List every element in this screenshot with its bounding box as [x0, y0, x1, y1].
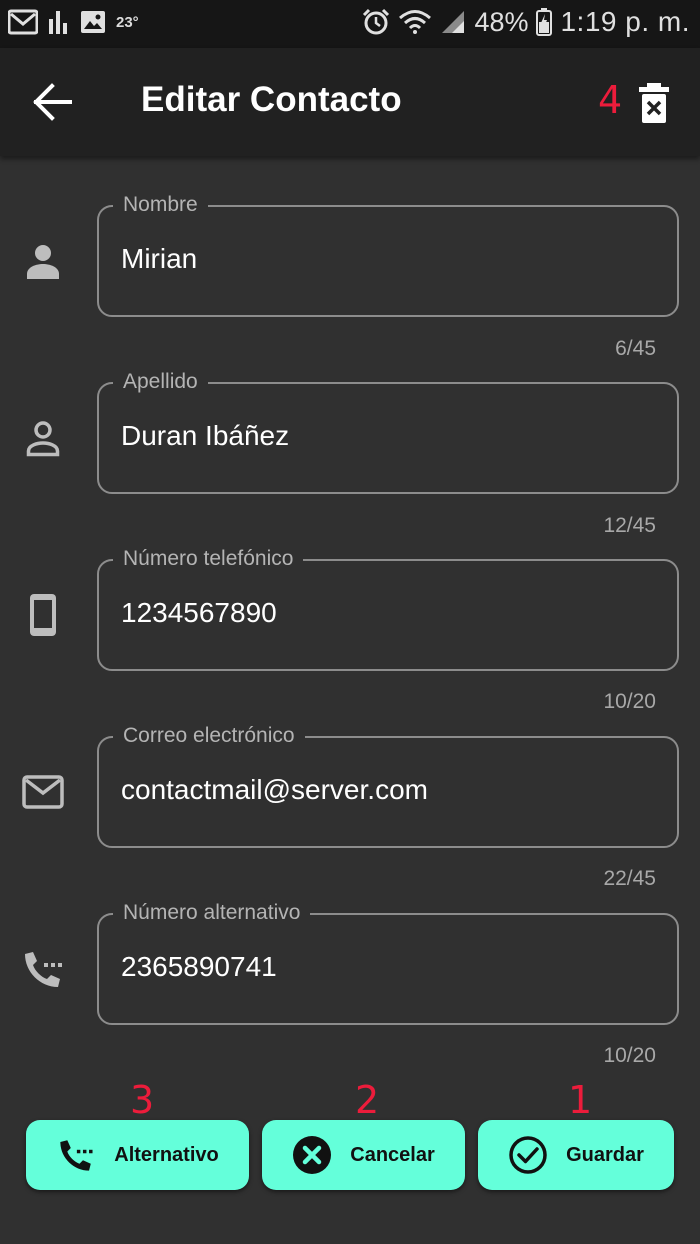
delete-icon	[639, 83, 669, 123]
check-circle-icon	[509, 1136, 547, 1174]
phone-field-label: Número telefónico	[113, 546, 304, 572]
alternative-button-label: Alternativo	[114, 1143, 219, 1166]
name-field[interactable]: Nombre Mirian	[97, 192, 679, 317]
mail-icon	[22, 775, 64, 809]
status-bar: 23° 48% 1:19 p. m.	[0, 0, 700, 48]
phone-field[interactable]: Número telefónico 1234567890	[97, 546, 679, 671]
person-icon	[27, 245, 59, 279]
alt-phone-field-value[interactable]: 2365890741	[121, 951, 277, 983]
alternative-button[interactable]: Alternativo	[26, 1120, 249, 1190]
cancel-circle-icon	[293, 1136, 332, 1174]
email-field-label: Correo electrónico	[113, 723, 305, 749]
email-field-value[interactable]: contactmail@server.com	[121, 774, 428, 806]
alarm-icon	[363, 8, 390, 35]
alt-phone-char-counter: 10/20	[603, 1044, 656, 1067]
smartphone-icon	[30, 594, 56, 636]
signal-icon	[442, 11, 465, 33]
cancel-button-label: Cancelar	[350, 1143, 435, 1166]
phone-char-counter: 10/20	[603, 690, 656, 713]
surname-char-counter: 12/45	[603, 514, 656, 537]
surname-field-label: Apellido	[113, 369, 208, 395]
stats-icon	[49, 11, 67, 34]
surname-field-value[interactable]: Duran Ibáñez	[121, 420, 289, 452]
battery-percent: 48%	[474, 6, 529, 37]
dialpad-phone-icon	[60, 1140, 93, 1171]
dialpad-phone-icon	[25, 952, 62, 987]
app-bar: Editar Contacto 4	[0, 48, 700, 156]
save-button-label: Guardar	[566, 1143, 644, 1166]
email-field[interactable]: Correo electrónico contactmail@server.co…	[97, 723, 679, 848]
status-left: 23°	[8, 9, 139, 35]
annotation-number-3: 3	[130, 1078, 155, 1122]
cancel-button[interactable]: Cancelar	[262, 1120, 465, 1190]
gmail-icon	[8, 9, 38, 35]
name-field-value[interactable]: Mirian	[121, 243, 197, 275]
save-button[interactable]: Guardar	[478, 1120, 674, 1190]
arrow-back-icon	[33, 83, 72, 121]
status-right: 48% 1:19 p. m.	[362, 6, 690, 38]
person-outline-icon	[26, 421, 60, 457]
gallery-icon	[81, 11, 105, 33]
alt-phone-field-label: Número alternativo	[113, 900, 311, 926]
page-title: Editar Contacto	[141, 80, 402, 119]
surname-field[interactable]: Apellido Duran Ibáñez	[97, 369, 679, 494]
annotation-number-4: 4	[598, 78, 623, 122]
annotation-number-1: 1	[568, 1078, 593, 1122]
delete-contact-button[interactable]	[636, 82, 672, 124]
wifi-icon	[399, 10, 432, 34]
annotation-number-2: 2	[355, 1078, 380, 1122]
back-button[interactable]	[32, 82, 76, 122]
phone-field-value[interactable]: 1234567890	[121, 597, 277, 629]
alt-phone-field[interactable]: Número alternativo 2365890741	[97, 900, 679, 1025]
name-char-counter: 6/45	[615, 337, 656, 360]
clock-time: 1:19 p. m.	[560, 6, 690, 37]
name-field-label: Nombre	[113, 192, 208, 218]
battery-icon	[536, 8, 553, 36]
temperature-text: 23°	[116, 13, 139, 31]
email-char-counter: 22/45	[603, 867, 656, 890]
